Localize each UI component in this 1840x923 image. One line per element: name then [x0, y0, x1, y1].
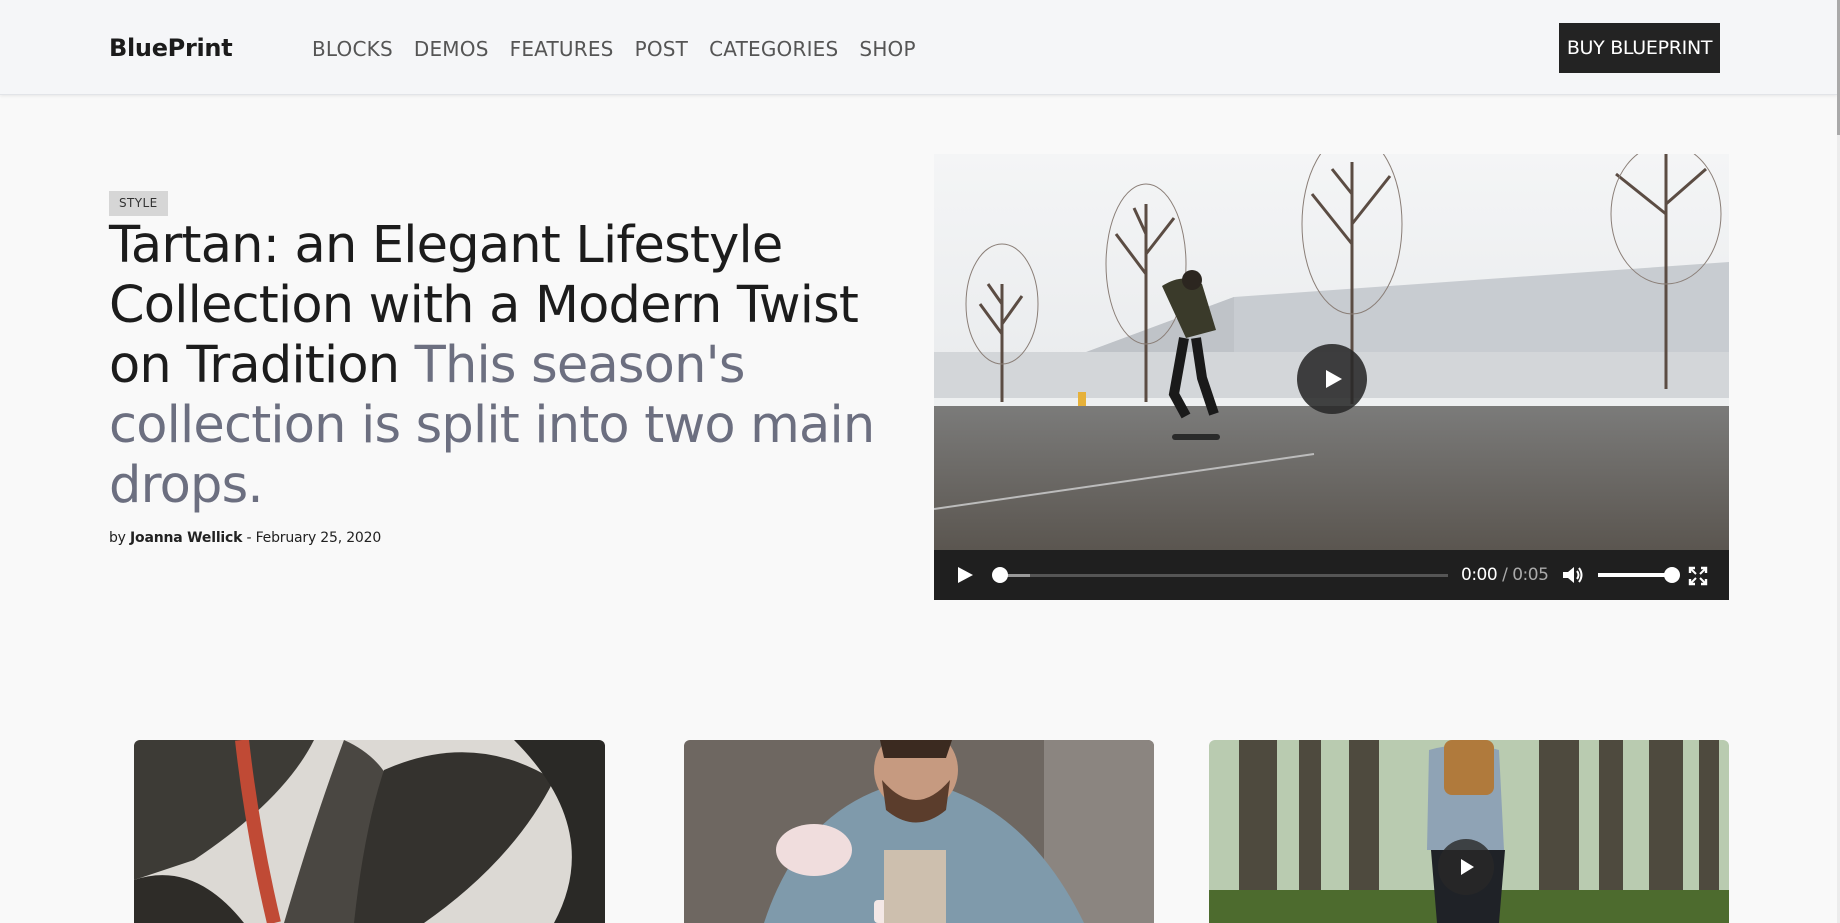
nav-item-features[interactable]: FEATURES [510, 37, 614, 61]
post-card-image[interactable] [684, 740, 1154, 923]
post-title[interactable]: Tartan: an Elegant Lifestyle Collection … [109, 216, 889, 516]
buy-blueprint-button[interactable]: BUY BLUEPRINT [1559, 23, 1720, 73]
fullscreen-icon[interactable] [1688, 566, 1708, 586]
video-controls: 0:00 / 0:05 [934, 550, 1729, 600]
category-badge[interactable]: STYLE [109, 191, 168, 216]
nav-item-shop[interactable]: SHOP [859, 37, 915, 61]
post-card-image[interactable] [134, 740, 605, 923]
post-card-video[interactable] [1209, 740, 1729, 923]
card-image-tea [684, 740, 1154, 923]
post-date: February 25, 2020 [255, 530, 382, 546]
card-play-button[interactable] [1438, 839, 1494, 895]
play-icon [1326, 370, 1342, 388]
volume-icon[interactable] [1562, 565, 1584, 585]
big-play-button[interactable] [1297, 344, 1367, 414]
play-icon[interactable] [956, 566, 974, 584]
video-progress-handle[interactable] [992, 567, 1008, 583]
nav-item-demos[interactable]: DEMOS [414, 37, 489, 61]
main-nav: BLOCKS DEMOS FEATURES POST CATEGORIES SH… [312, 37, 916, 61]
author-name[interactable]: Joanna Wellick [130, 530, 242, 546]
site-header: BluePrint BLOCKS DEMOS FEATURES POST CAT… [0, 0, 1837, 95]
featured-video[interactable]: 0:00 / 0:05 [934, 154, 1729, 600]
byline-separator: - [242, 530, 256, 546]
card-image-plant [134, 740, 605, 923]
play-icon [1461, 859, 1474, 875]
byline-prefix: by [109, 530, 126, 546]
volume-slider[interactable] [1598, 567, 1680, 583]
current-time: 0:00 [1461, 565, 1498, 585]
duration: 0:05 [1512, 565, 1549, 585]
post-byline: by Joanna Wellick - February 25, 2020 [109, 530, 381, 546]
video-progress-bar[interactable] [992, 567, 1448, 583]
time-separator: / [1497, 565, 1513, 585]
nav-item-categories[interactable]: CATEGORIES [709, 37, 838, 61]
volume-handle[interactable] [1664, 567, 1680, 583]
video-time: 0:00 / 0:05 [1461, 565, 1549, 585]
card-image-forest [1209, 740, 1729, 923]
nav-item-blocks[interactable]: BLOCKS [312, 37, 393, 61]
site-logo[interactable]: BluePrint [109, 34, 233, 62]
nav-item-post[interactable]: POST [635, 37, 689, 61]
